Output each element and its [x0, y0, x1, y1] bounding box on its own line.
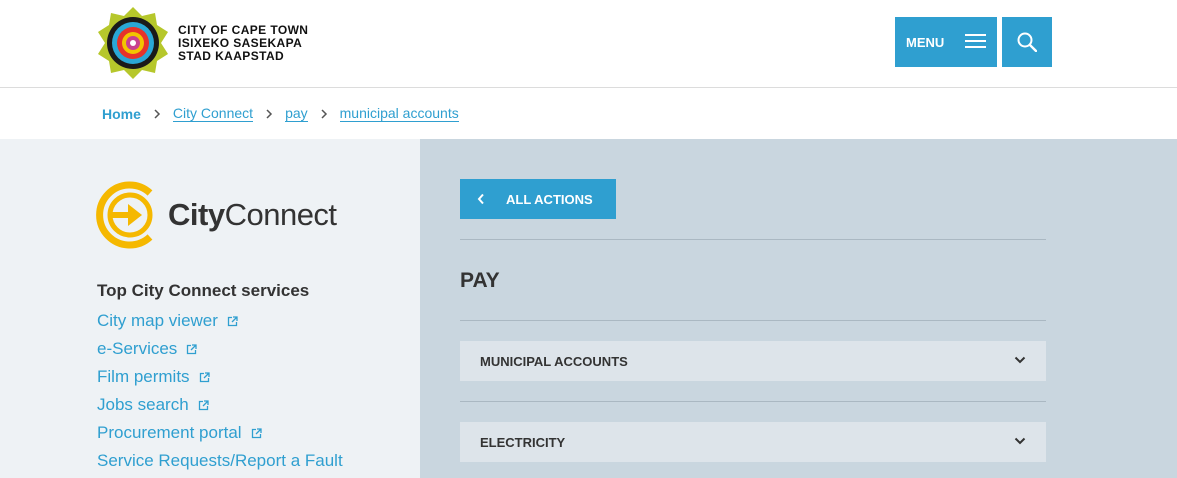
divider: [460, 320, 1046, 321]
menu-button[interactable]: MENU: [895, 17, 997, 67]
top-services-heading: Top City Connect services: [97, 281, 310, 300]
service-link-city-map-viewer[interactable]: City map viewer: [97, 307, 343, 335]
menu-label: MENU: [906, 34, 945, 50]
breadcrumb-municipal-accounts-link[interactable]: municipal accounts: [339, 106, 459, 122]
divider: [460, 239, 1046, 240]
chevron-left-icon: [477, 193, 484, 205]
service-link-label: Film permits: [97, 367, 190, 386]
site-header: CITY OF CAPE TOWN ISIXEKO SASEKAPA STAD …: [0, 0, 1177, 88]
breadcrumb-pay-link[interactable]: pay: [285, 106, 308, 122]
top-services-list: City map viewer e-Services Film permits …: [97, 307, 343, 475]
city-name-text: CITY OF CAPE TOWN ISIXEKO SASEKAPA STAD …: [178, 24, 308, 63]
external-link-icon: [187, 343, 197, 354]
accordion-label: MUNICIPAL ACCOUNTS: [480, 353, 628, 369]
service-link-service-requests[interactable]: Service Requests/Report a Fault: [97, 447, 343, 475]
service-link-film-permits[interactable]: Film permits: [97, 363, 343, 391]
service-link-label: Procurement portal: [97, 423, 242, 442]
city-name-line: STAD KAAPSTAD: [178, 49, 285, 63]
service-link-jobs-search[interactable]: Jobs search: [97, 391, 343, 419]
accordion-electricity[interactable]: ELECTRICITY: [460, 422, 1046, 462]
search-icon: [1017, 32, 1037, 52]
external-link-icon: [199, 371, 210, 382]
all-actions-label: ALL ACTIONS: [506, 191, 593, 207]
search-button[interactable]: [1002, 17, 1052, 67]
accordion-label: ELECTRICITY: [480, 434, 566, 450]
divider: [460, 401, 1046, 402]
external-link-icon: [251, 427, 262, 438]
breadcrumb: Home City Connect pay municipal accounts: [0, 89, 1177, 139]
all-actions-button[interactable]: ALL ACTIONS: [460, 179, 616, 219]
brand-connect: Connect: [224, 197, 337, 232]
chevron-right-icon: [253, 106, 285, 122]
chevron-right-icon: [141, 106, 173, 122]
breadcrumb-city-connect-link[interactable]: City Connect: [172, 106, 254, 122]
city-connect-logo-icon: [96, 181, 153, 249]
accordion-municipal-accounts[interactable]: MUNICIPAL ACCOUNTS: [460, 341, 1046, 381]
page-title: PAY: [460, 269, 500, 292]
external-link-icon: [198, 399, 209, 410]
service-link-label: City map viewer: [97, 311, 218, 330]
chevron-down-icon: [1014, 356, 1026, 364]
city-logo-icon[interactable]: [97, 7, 169, 79]
brand-city: City: [168, 197, 225, 232]
breadcrumb-home-link[interactable]: Home: [102, 106, 141, 122]
hamburger-icon: [965, 34, 986, 48]
service-link-procurement-portal[interactable]: Procurement portal: [97, 419, 343, 447]
chevron-right-icon: [308, 106, 340, 122]
main-content: ALL ACTIONS PAY MUNICIPAL ACCOUNTS ELECT…: [420, 139, 1177, 478]
external-link-icon: [227, 315, 238, 326]
chevron-down-icon: [1014, 437, 1026, 445]
service-link-label: Jobs search: [97, 395, 189, 414]
city-connect-brand: CityConnect: [168, 197, 337, 233]
service-link-label: Service Requests/Report a Fault: [97, 451, 343, 470]
service-link-label: e-Services: [97, 339, 178, 358]
service-link-e-services[interactable]: e-Services: [97, 335, 343, 363]
sidebar: CityConnect Top City Connect services Ci…: [0, 139, 420, 478]
